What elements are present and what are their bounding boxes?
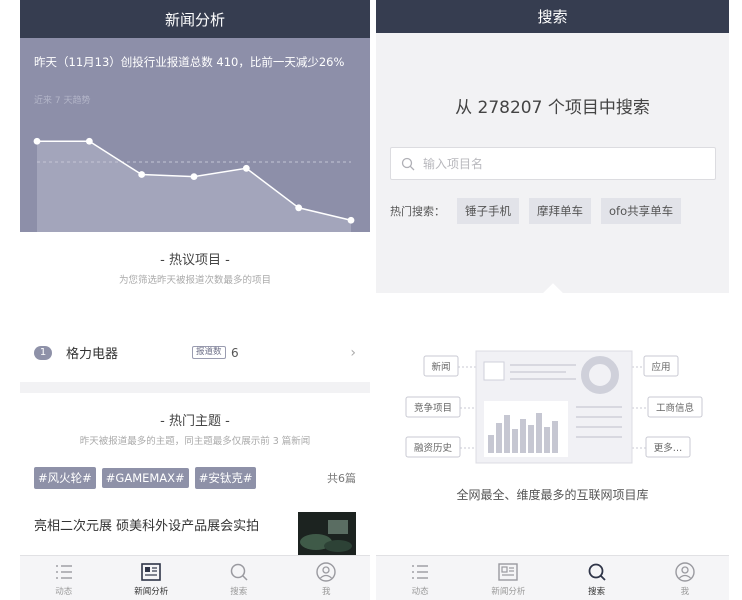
hot-search-chip[interactable]: 摩拜单车 (529, 198, 591, 224)
topic-tag[interactable]: #风火轮# (34, 467, 96, 489)
node-label: 竞争项目 (414, 402, 452, 414)
trend-area (37, 141, 351, 241)
hot-topics-card: - 热门主题 - 昨天被报道最多的主题，同主题最多仅展示前 3 篇新闻 #风火轮… (20, 393, 370, 555)
tab-bar: 动态 新闻分析 搜索 我 (20, 555, 370, 600)
data-point (190, 173, 198, 181)
search-icon (230, 563, 248, 581)
newspaper-icon (498, 563, 519, 581)
topic-tag[interactable]: #安钛克# (194, 467, 257, 489)
tab-label: 新闻分析 (134, 587, 169, 597)
nav-bar: 新闻分析 (20, 0, 370, 38)
tab-search[interactable]: 搜索 (195, 556, 283, 600)
hot-projects-card: - 热议项目 - 为您筛选昨天被报道次数最多的项目 1 格力电器 报道数 6 › (20, 232, 370, 382)
page-title: 新闻分析 (164, 10, 225, 29)
tab-label: 新闻分析 (491, 587, 526, 597)
tab-label: 动态 (55, 587, 73, 597)
tab-label: 我 (321, 587, 331, 597)
tab-bar: 动态 新闻分析 搜索 我 (376, 555, 729, 600)
data-point (85, 137, 93, 145)
tab-label: 动态 (411, 587, 429, 597)
newspaper-icon (141, 563, 162, 581)
topic-tag[interactable]: #GAMEMAX# (101, 468, 189, 488)
tab-label: 搜索 (230, 587, 248, 597)
tab-label: 我 (680, 587, 690, 597)
library-illustration: 新闻 竞争项目 融资历史 应用 工商信息 更多… (405, 350, 703, 464)
data-point (347, 216, 355, 224)
project-name: 格力电器 (66, 347, 119, 362)
data-point (295, 204, 303, 212)
node-label: 应用 (651, 361, 670, 373)
hot-projects-subtitle: 为您筛选昨天被报道次数最多的项目 (118, 275, 271, 286)
library-caption: 全网最全、维度最多的互联网项目库 (456, 488, 649, 502)
hot-search-chip[interactable]: ofo共享单车 (601, 198, 682, 224)
news-analysis-screen: 新闻分析 11月78910111213 昨天（11月13）创投行业报道总数 41… (20, 0, 370, 600)
trend-chart: 11月78910111213 (25, 137, 356, 254)
node-label: 新闻 (431, 361, 450, 373)
tab-news-analysis[interactable]: 新闻分析 (108, 556, 196, 600)
project-row[interactable]: 1 格力电器 报道数 6 › (34, 343, 356, 362)
node-label: 工商信息 (656, 402, 694, 414)
search-section: 从 278207 个项目中搜索 热门搜索： 锤子手机 摩拜单车 ofo共享单车 (376, 33, 729, 293)
hot-topics-title: - 热门主题 - (160, 414, 230, 429)
tab-me[interactable]: 我 (641, 556, 729, 600)
hot-topics-subtitle: 昨天被报道最多的主题，同主题最多仅展示前 3 篇新闻 (79, 436, 311, 447)
topic-tags: #风火轮# #GAMEMAX# #安钛克# 共6篇 (34, 467, 356, 489)
news-photo-icon (298, 512, 356, 555)
project-library-section: 新闻 竞争项目 融资历史 应用 工商信息 更多… 全网最全、维度最多的互联网项目… (376, 283, 729, 555)
node-label: 融资历史 (414, 442, 453, 454)
news-thumbnail[interactable] (298, 512, 356, 555)
node-label: 更多… (654, 442, 683, 454)
hot-projects-title: - 热议项目 - (160, 253, 230, 268)
data-point (242, 164, 250, 172)
tab-feed[interactable]: 动态 (20, 556, 108, 600)
rank-badge: 1 (34, 345, 52, 360)
user-icon (316, 562, 336, 582)
page-title: 搜索 (537, 8, 568, 26)
news-item-title[interactable]: 亮相二次元展 硕美科外设产品展会实拍 (34, 515, 259, 534)
chart-label: 近来 7 天趋势 (34, 96, 91, 106)
data-point (138, 171, 146, 178)
search-headline: 从 278207 个项目中搜索 (455, 98, 650, 118)
daily-summary: 昨天（11月13）创投行业报道总数 410，比前一天减少26% (34, 55, 345, 69)
hot-search-row: 热门搜索： 锤子手机 摩拜单车 ofo共享单车 (390, 198, 691, 224)
search-icon (588, 563, 606, 581)
stats-panel: 11月78910111213 昨天（11月13）创投行业报道总数 410，比前一… (20, 38, 370, 258)
tab-news-analysis[interactable]: 新闻分析 (464, 556, 552, 600)
data-point (33, 137, 41, 145)
report-count: 6 (231, 345, 239, 360)
tab-feed[interactable]: 动态 (376, 556, 464, 600)
report-count-tag: 报道数 (192, 346, 226, 359)
list-icon (412, 565, 429, 579)
nav-bar: 搜索 (376, 0, 729, 33)
hot-search-label: 热门搜索： (390, 205, 445, 218)
tab-me[interactable]: 我 (283, 556, 371, 600)
search-icon (401, 157, 415, 170)
search-input[interactable] (423, 156, 703, 171)
topic-article-count: 共6篇 (327, 472, 356, 485)
list-icon (55, 565, 72, 579)
user-icon (675, 562, 695, 582)
chevron-right-icon: › (350, 344, 356, 361)
tab-search[interactable]: 搜索 (553, 556, 641, 600)
search-box[interactable] (390, 147, 716, 180)
tab-label: 搜索 (588, 587, 606, 597)
hot-search-chip[interactable]: 锤子手机 (457, 198, 519, 224)
search-screen: 搜索 从 278207 个项目中搜索 热门搜索： 锤子手机 摩拜单车 ofo共享… (376, 0, 729, 600)
